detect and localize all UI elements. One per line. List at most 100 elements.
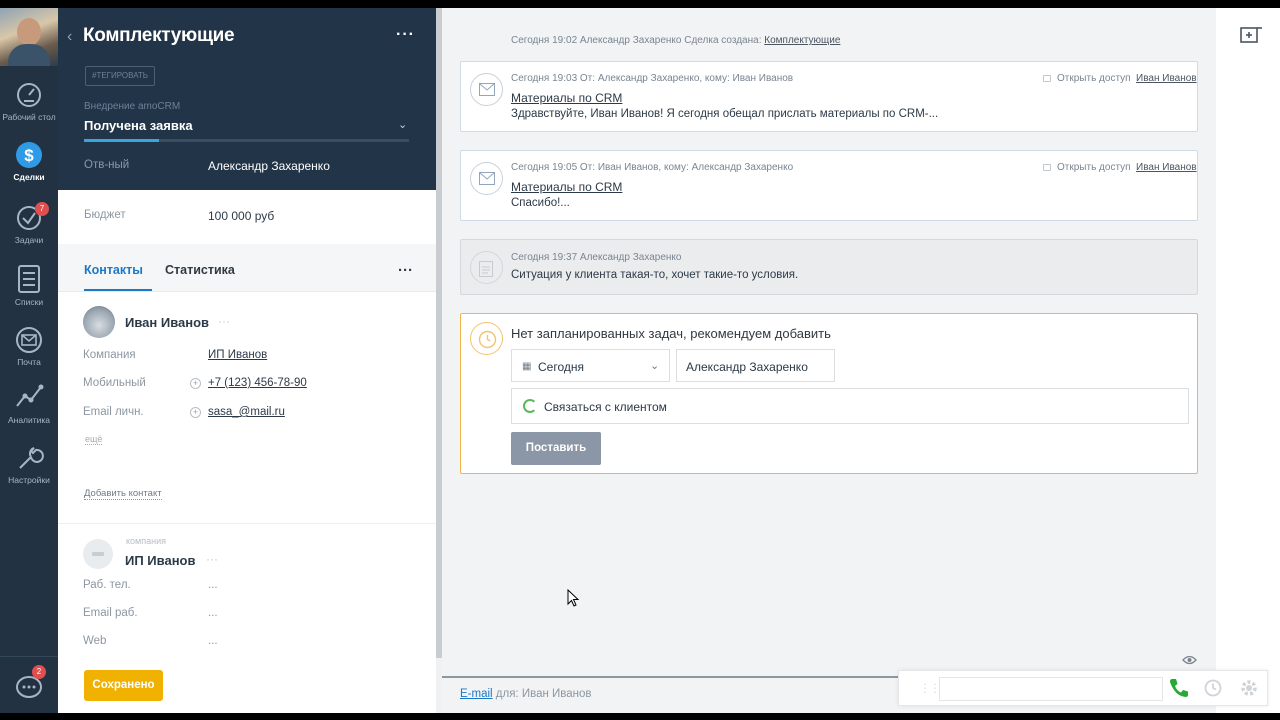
divider bbox=[58, 523, 436, 524]
deal-menu-button[interactable]: ··· bbox=[396, 26, 415, 44]
email-icon bbox=[470, 73, 503, 106]
company-field-value[interactable]: ... bbox=[208, 607, 218, 619]
open-access-label: Открыть доступ bbox=[1057, 73, 1131, 84]
open-access-label: Открыть доступ bbox=[1057, 162, 1131, 173]
stage-progress bbox=[84, 139, 409, 142]
note-body: Ситуация у клиента такая-то, хочет такие… bbox=[511, 269, 799, 281]
lock-icon bbox=[1043, 164, 1051, 171]
add-contact-link[interactable]: Добавить контакт bbox=[84, 488, 162, 500]
company-field-value[interactable]: ... bbox=[208, 635, 218, 647]
tasks-badge: 7 bbox=[35, 202, 49, 216]
note-body: Здравствуйте, Иван Иванов! Я сегодня обе… bbox=[511, 108, 939, 120]
open-access-link[interactable]: Открыть доступ bbox=[1043, 73, 1131, 84]
clock-icon bbox=[470, 322, 503, 355]
more-fields-link[interactable]: ещё bbox=[85, 434, 103, 445]
telephony-widget: ⋮⋮ bbox=[898, 670, 1268, 706]
card-tabs: Контакты Статистика ··· bbox=[58, 244, 436, 292]
contact-company-link[interactable]: ИП Иванов bbox=[208, 349, 267, 361]
recipient-link[interactable]: Иван Иванов bbox=[1136, 162, 1197, 173]
mouse-cursor bbox=[567, 588, 580, 610]
active-tab-underline bbox=[84, 289, 152, 291]
chart-icon bbox=[16, 384, 44, 407]
contact-field-label: Мобильный bbox=[83, 377, 146, 389]
contact-email-link[interactable]: sasa_@mail.ru bbox=[208, 406, 285, 418]
note-body: Спасибо!... bbox=[511, 197, 570, 209]
nav-item-tasks[interactable]: Задачи bbox=[0, 204, 58, 245]
user-avatar[interactable] bbox=[0, 8, 58, 66]
email-mode-link[interactable]: E-mail bbox=[460, 688, 493, 700]
history-icon[interactable] bbox=[1203, 678, 1223, 698]
nav-item-lists[interactable]: Списки bbox=[0, 264, 58, 307]
contact-name[interactable]: Иван Иванов bbox=[125, 315, 209, 330]
task-form: Нет запланированных задач, рекомендуем д… bbox=[460, 313, 1198, 474]
nav-label: Списки bbox=[14, 297, 44, 307]
nav-item-dashboard[interactable]: Рабочий стол bbox=[0, 81, 58, 122]
recipient-link[interactable]: Иван Иванов bbox=[1136, 73, 1197, 84]
responsible-label: Отв-ный bbox=[84, 159, 130, 171]
nav-label: Настройки bbox=[8, 475, 50, 485]
company-field-value[interactable]: ... bbox=[208, 579, 218, 591]
task-date-value: Сегодня bbox=[538, 360, 584, 374]
note-meta: Сегодня 19:05 От: Иван Иванов, кому: Але… bbox=[511, 162, 794, 173]
company-caption: компания bbox=[126, 536, 166, 546]
contact-phone-link[interactable]: +7 (123) 456-78-90 bbox=[208, 377, 307, 389]
created-event: Сегодня 19:02 Александр Захаренко Сделка… bbox=[511, 35, 840, 46]
feed: Сегодня 19:02 Александр Захаренко Сделка… bbox=[442, 8, 1216, 713]
task-type-value: Связаться с клиентом bbox=[544, 400, 667, 414]
add-panel-icon[interactable] bbox=[1240, 25, 1262, 43]
created-link[interactable]: Комплектующие bbox=[764, 35, 840, 46]
nav-item-chats[interactable] bbox=[0, 674, 58, 702]
email-plus-icon[interactable]: + bbox=[190, 407, 201, 418]
task-type-icon bbox=[523, 399, 537, 413]
chevron-down-icon[interactable]: ⌄ bbox=[398, 118, 407, 131]
tag-button[interactable]: #ТЕГИРОВАТЬ bbox=[85, 66, 156, 86]
calendar-icon: ▦ bbox=[522, 361, 532, 372]
nav-label: Аналитика bbox=[7, 415, 51, 425]
contact-field-label: Компания bbox=[83, 349, 136, 361]
tab-contacts[interactable]: Контакты bbox=[84, 263, 143, 277]
saved-button[interactable]: Сохранено bbox=[84, 670, 163, 701]
phone-icon[interactable] bbox=[1167, 676, 1191, 700]
back-arrow-icon[interactable]: ‹ bbox=[67, 28, 72, 46]
deal-title[interactable]: Комплектующие bbox=[83, 25, 235, 47]
nav-label: Рабочий стол bbox=[2, 112, 56, 122]
task-user-select[interactable]: Александр Захаренко bbox=[676, 349, 835, 382]
note-subject[interactable]: Материалы по CRM bbox=[511, 180, 622, 194]
tabs-menu-button[interactable]: ··· bbox=[398, 262, 413, 279]
budget-value[interactable]: 100 000 руб bbox=[208, 209, 274, 223]
mail-icon bbox=[16, 327, 42, 353]
contact-menu-button[interactable]: ··· bbox=[218, 314, 230, 328]
nav-item-mail[interactable]: Почта bbox=[0, 326, 58, 367]
call-plus-icon[interactable]: + bbox=[190, 378, 201, 389]
gauge-icon bbox=[17, 83, 41, 107]
open-access-link[interactable]: Открыть доступ bbox=[1043, 162, 1131, 173]
nav-item-deals[interactable]: $ Сделки bbox=[0, 141, 58, 182]
company-name[interactable]: ИП Иванов bbox=[125, 553, 195, 568]
responsible-value[interactable]: Александр Захаренко bbox=[208, 159, 330, 173]
create-task-button[interactable]: Поставить bbox=[511, 432, 601, 465]
right-toolbar bbox=[1216, 8, 1280, 713]
company-field-label: Web bbox=[83, 635, 107, 647]
nav-label: Задачи bbox=[14, 235, 44, 245]
tab-statistics[interactable]: Статистика bbox=[165, 263, 235, 277]
main-nav: Рабочий стол $ Сделки Задачи 7 Списки По… bbox=[0, 8, 58, 713]
nav-label: Сделки bbox=[13, 172, 45, 182]
email-icon bbox=[470, 162, 503, 195]
drag-handle-icon[interactable]: ⋮⋮ bbox=[919, 681, 941, 695]
task-type-input[interactable]: Связаться с клиентом bbox=[511, 388, 1189, 424]
company-menu-button[interactable]: ··· bbox=[206, 552, 218, 566]
deal-card: ‹ Комплектующие ··· #ТЕГИРОВАТЬ Внедрени… bbox=[58, 8, 436, 713]
note-subject[interactable]: Материалы по CRM bbox=[511, 91, 622, 105]
email-recipient: для: Иван Иванов bbox=[492, 688, 592, 700]
eye-icon[interactable] bbox=[1182, 654, 1197, 666]
stage-select[interactable]: Получена заявка bbox=[84, 118, 193, 133]
nav-item-analytics[interactable]: Аналитика bbox=[0, 382, 58, 425]
company-field-label: Email раб. bbox=[83, 607, 138, 619]
chat-badge: 2 bbox=[32, 665, 46, 679]
deal-header: ‹ Комплектующие ··· #ТЕГИРОВАТЬ Внедрени… bbox=[58, 8, 436, 190]
task-date-select[interactable]: ▦ Сегодня ⌄ bbox=[511, 349, 670, 382]
phone-input[interactable] bbox=[939, 677, 1163, 701]
gear-icon[interactable] bbox=[1239, 678, 1259, 698]
nav-item-settings[interactable]: Настройки bbox=[0, 442, 58, 485]
contact-field-label: Email личн. bbox=[83, 406, 144, 418]
